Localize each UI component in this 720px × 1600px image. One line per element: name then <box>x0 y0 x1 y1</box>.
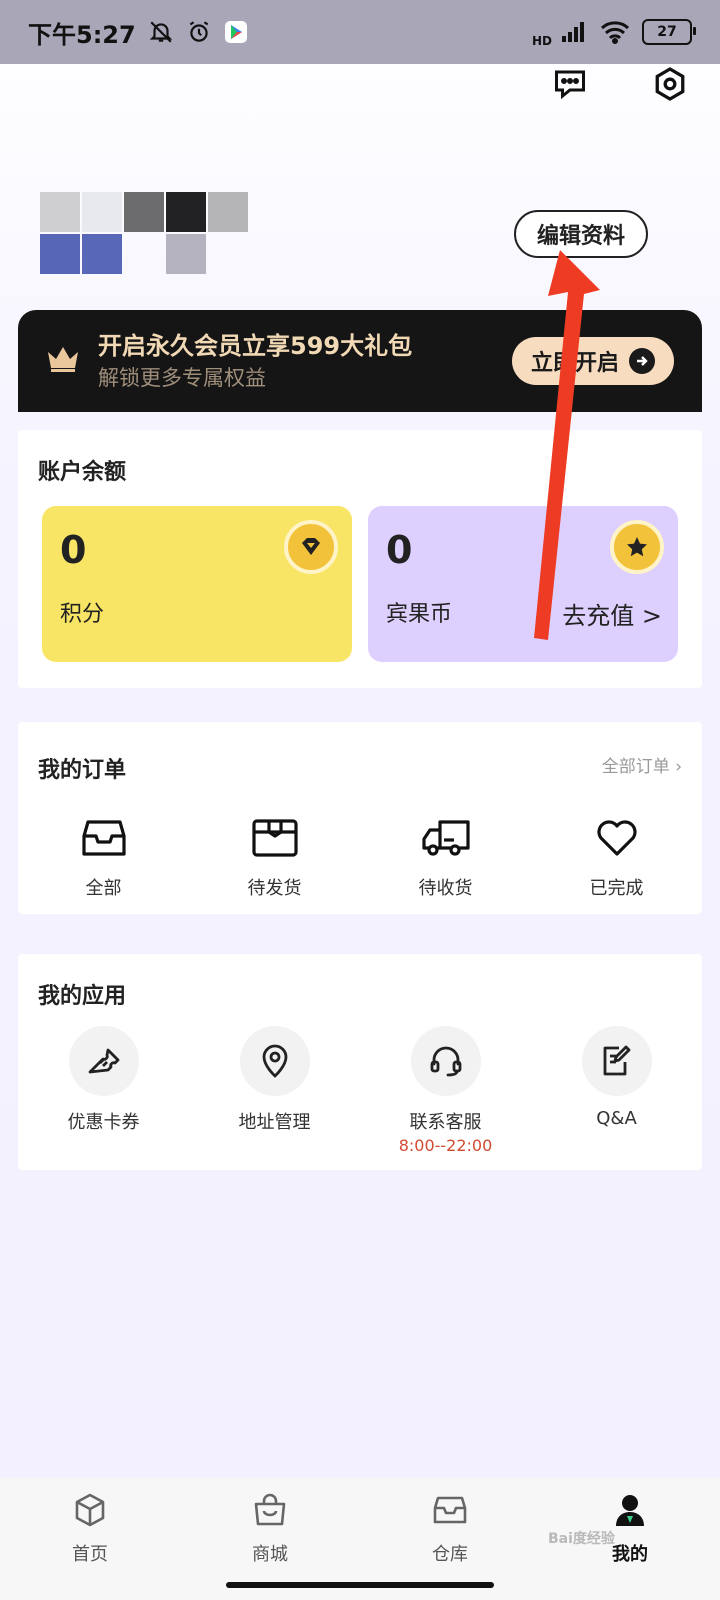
arrow-right-icon <box>629 348 655 374</box>
order-label: 已完成 <box>589 878 644 899</box>
shopping-bag-icon <box>252 1492 288 1532</box>
all-orders-link[interactable]: 全部订单 › <box>602 752 682 777</box>
order-label: 全部 <box>85 878 122 899</box>
app-item-qa[interactable]: Q&A <box>531 1026 702 1155</box>
order-item-to-ship[interactable]: 待发货 <box>189 818 360 900</box>
wifi-icon <box>600 20 630 44</box>
orders-card: 我的订单 全部订单 › 全部 待发货 待收货 已完成 <box>18 722 702 914</box>
nav-label: 首页 <box>72 1544 108 1565</box>
coins-tile[interactable]: 0 宾果币 去充值 > <box>368 506 678 662</box>
app-label: 联系客服 <box>409 1112 482 1133</box>
vip-texts: 开启永久会员立享599大礼包 解锁更多专属权益 <box>98 329 512 393</box>
edit-profile-button[interactable]: 编辑资料 <box>514 210 648 258</box>
note-icon <box>581 1026 652 1096</box>
nav-label: 仓库 <box>432 1544 468 1565</box>
ticket-icon <box>68 1026 139 1096</box>
location-icon <box>239 1026 310 1096</box>
app-item-coupons[interactable]: 优惠卡券 <box>18 1026 189 1155</box>
points-label: 积分 <box>60 602 105 627</box>
avatar[interactable] <box>40 192 248 276</box>
coins-label: 宾果币 <box>386 602 453 627</box>
heart-icon <box>596 818 638 862</box>
headset-icon <box>410 1026 481 1096</box>
coins-value: 0 <box>386 528 413 572</box>
points-value: 0 <box>60 528 87 572</box>
order-item-completed[interactable]: 已完成 <box>531 818 702 900</box>
diamond-badge-icon <box>284 520 338 574</box>
apps-title: 我的应用 <box>38 984 127 1009</box>
inbox-icon <box>81 818 126 862</box>
balance-title: 账户余额 <box>38 460 127 485</box>
profile-screen: 下午5:27 HD 27 编辑资料 开启永久会员立享599大礼包 解锁更多专属权… <box>0 0 720 1600</box>
app-label: Q&A <box>596 1108 637 1129</box>
balance-card: 账户余额 0 积分 0 宾果币 去充值 > <box>18 430 702 688</box>
battery-indicator: 27 <box>642 19 696 45</box>
top-actions <box>552 66 688 102</box>
support-hours: 8:00--22:00 <box>398 1136 493 1155</box>
truck-icon <box>421 818 470 862</box>
cube-icon <box>72 1492 108 1532</box>
apps-row: 优惠卡券 地址管理 联系客服 8:00--22:00 Q&A <box>18 1026 702 1155</box>
message-icon[interactable] <box>552 66 588 102</box>
alarm-icon <box>186 19 212 45</box>
order-item-to-receive[interactable]: 待收货 <box>360 818 531 900</box>
crown-icon <box>46 344 80 378</box>
recharge-link[interactable]: 去充值 > <box>562 596 662 631</box>
play-store-icon <box>224 20 248 44</box>
vip-title: 开启永久会员立享599大礼包 <box>98 332 413 360</box>
network-tag: HD <box>531 34 552 48</box>
status-right: HD 27 <box>531 16 696 48</box>
order-label: 待收货 <box>418 878 473 899</box>
app-item-support[interactable]: 联系客服 8:00--22:00 <box>360 1026 531 1155</box>
nav-label: 我的 <box>612 1544 648 1565</box>
watermark: Bai度经验 <box>548 1531 615 1547</box>
package-icon <box>251 818 298 862</box>
app-label: 地址管理 <box>238 1112 311 1133</box>
star-badge-icon <box>610 520 664 574</box>
order-label: 待发货 <box>247 878 302 899</box>
settings-icon[interactable] <box>652 66 688 102</box>
bell-muted-icon <box>148 19 174 45</box>
app-label: 优惠卡券 <box>67 1112 140 1133</box>
nav-label: 商城 <box>252 1544 288 1565</box>
status-bar: 下午5:27 HD 27 <box>0 0 720 64</box>
box-icon <box>432 1492 468 1532</box>
signal-icon <box>560 20 588 44</box>
orders-row: 全部 待发货 待收货 已完成 <box>18 818 702 900</box>
vip-open-label: 立即开启 <box>530 351 619 376</box>
nav-home[interactable]: 首页 <box>0 1478 180 1600</box>
points-tile[interactable]: 0 积分 <box>42 506 352 662</box>
vip-open-button[interactable]: 立即开启 <box>512 337 674 385</box>
app-item-address[interactable]: 地址管理 <box>189 1026 360 1155</box>
status-left: 下午5:27 <box>28 15 248 50</box>
vip-subtitle: 解锁更多专属权益 <box>98 366 266 390</box>
orders-title: 我的订单 <box>38 758 127 783</box>
apps-card: 我的应用 优惠卡券 地址管理 联系客服 8:00--22:00 Q&A <box>18 954 702 1170</box>
order-item-all[interactable]: 全部 <box>18 818 189 900</box>
user-icon <box>612 1492 648 1532</box>
status-time: 下午5:27 <box>28 20 136 49</box>
home-indicator[interactable] <box>226 1582 494 1588</box>
vip-banner[interactable]: 开启永久会员立享599大礼包 解锁更多专属权益 立即开启 <box>18 310 702 412</box>
